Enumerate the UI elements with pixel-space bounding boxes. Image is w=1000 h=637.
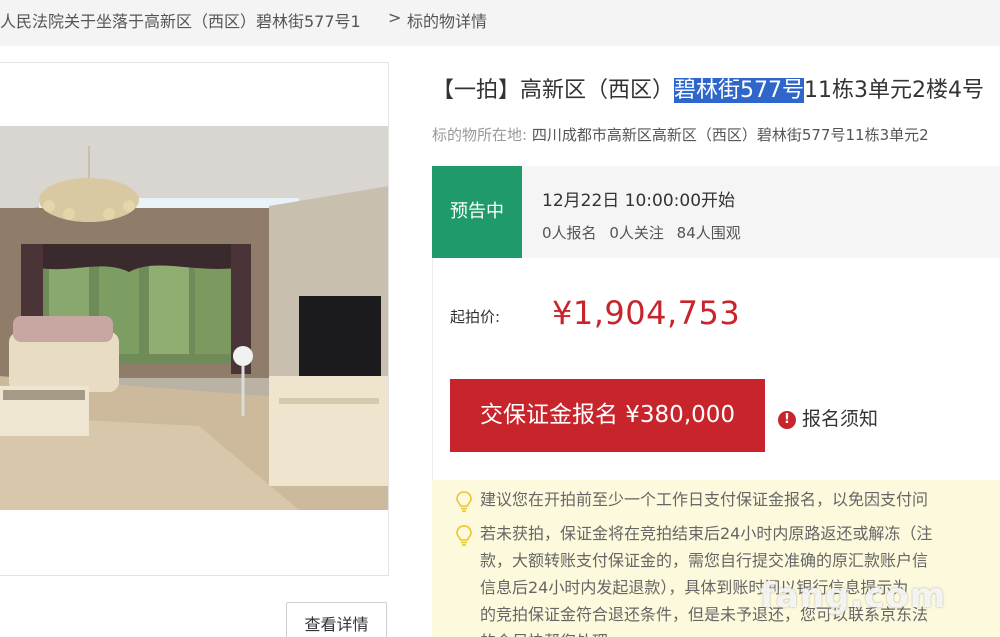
tip-text: 的会尽快帮您处理	[454, 628, 932, 637]
starting-price-label: 起拍价:	[450, 308, 501, 326]
lightbulb-icon	[456, 525, 472, 546]
breadcrumb-court-link[interactable]: 人民法院关于坐落于高新区（西区）碧林街577号1	[0, 8, 361, 32]
title-prefix: 【一拍】高新区（西区）	[432, 78, 675, 103]
notice-label: 报名须知	[802, 408, 879, 430]
breadcrumb: 人民法院关于坐落于高新区（西区）碧林街577号1 > 标的物详情	[0, 0, 1000, 46]
auction-status-panel: 预告中 12月22日 10:00:00开始 0人报名 0人关注 84人围观	[432, 166, 1000, 258]
participation-counts: 0人报名 0人关注 84人围观	[542, 222, 749, 243]
tip-text: 建议您在开拍前至少一个工作日支付保证金报名，以免因支付问	[480, 490, 929, 509]
start-time: 12月22日 10:00:00开始	[542, 191, 736, 211]
signup-count: 0人报名	[542, 224, 597, 242]
image-gallery-card	[0, 62, 389, 576]
tip-text: 款，大额转账支付保证金的，需您自行提交准确的原汇款账户信	[480, 551, 929, 570]
deposit-register-button[interactable]: 交保证金报名 ¥380,000	[450, 379, 765, 452]
lightbulb-icon	[456, 491, 472, 512]
breadcrumb-separator: >	[388, 8, 402, 27]
view-count: 84人围观	[676, 224, 741, 242]
tip-text: 若未获拍，保证金将在竞拍结束后24小时内原路返还或解冻（注	[480, 524, 933, 543]
registration-notice-link[interactable]: ! 报名须知	[778, 404, 878, 431]
price-panel	[432, 258, 1000, 488]
breadcrumb-current: 标的物详情	[407, 12, 488, 31]
view-details-button[interactable]: 查看详情	[286, 602, 387, 637]
listing-title: 【一拍】高新区（西区）碧林街577号11栋3单元2楼4号	[432, 72, 984, 104]
title-suffix: 11栋3单元2楼4号	[804, 78, 985, 103]
watermark: fang.com	[760, 576, 947, 616]
status-badge: 预告中	[432, 166, 522, 258]
location-value: 四川成都市高新区高新区（西区）碧林街577号11栋3单元2	[531, 126, 929, 144]
exclamation-circle-icon: !	[778, 411, 796, 429]
starting-price: ¥1,904,753	[552, 294, 741, 332]
tip-item: 建议您在开拍前至少一个工作日支付保证金报名，以免因支付问	[454, 486, 928, 513]
property-photo[interactable]	[0, 126, 388, 510]
title-highlight: 碧林街577号	[674, 78, 805, 103]
location-line: 标的物所在地: 四川成都市高新区高新区（西区）碧林街577号11栋3单元2	[432, 124, 929, 145]
follow-count: 0人关注	[609, 224, 664, 242]
location-label: 标的物所在地:	[432, 126, 528, 144]
